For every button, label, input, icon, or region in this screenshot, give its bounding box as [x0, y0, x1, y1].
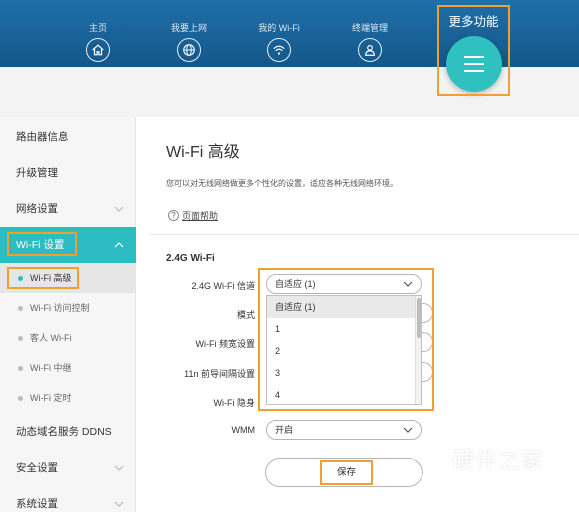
- nav-devices[interactable]: 终端管理: [340, 22, 400, 62]
- page-title: Wi-Fi 高级: [166, 144, 240, 161]
- chevron-up-icon: [114, 242, 124, 248]
- sidebar-subitem-wifi-timer[interactable]: Wi-Fi 定时: [0, 383, 136, 413]
- watermark-subtext: YING JIAN ZHI JIA.COM: [454, 471, 559, 480]
- sidebar-item-label: 安全设置: [16, 462, 58, 474]
- chevron-down-icon: [114, 206, 124, 212]
- sidebar-subitem-label: Wi-Fi 定时: [30, 393, 72, 403]
- nav-my-wifi-label: 我的 Wi-Fi: [258, 23, 300, 33]
- chevron-down-icon: [403, 427, 413, 433]
- page-description: 您可以对无线网络做更多个性化的设置，适应各种无线网络环境。: [166, 179, 398, 188]
- nav-my-wifi[interactable]: 我的 Wi-Fi: [249, 22, 309, 62]
- sidebar-subitem-wifi-relay[interactable]: Wi-Fi 中继: [0, 353, 136, 383]
- sidebar-subitem-label: Wi-Fi 中继: [30, 363, 72, 373]
- nav-devices-label: 终端管理: [351, 23, 388, 33]
- wmm-value: 开启: [275, 425, 294, 435]
- sidebar-item-upgrade[interactable]: 升级管理: [0, 155, 136, 191]
- sidebar-item-label: 路由器信息: [16, 131, 69, 143]
- sidebar-subitem-guest-wifi[interactable]: 客人 Wi-Fi: [0, 323, 136, 353]
- more-functions-highlight: [437, 5, 510, 96]
- page-help-label: 页面帮助: [182, 211, 219, 221]
- home-icon: [86, 38, 110, 62]
- wmm-label: WMM: [231, 425, 256, 435]
- sidebar-item-label: 系统设置: [16, 498, 58, 510]
- router-admin-page: 主页 我要上网 我的 Wi-Fi 终端管理 更多功能 路由器信息 升级管理 网络…: [0, 0, 579, 512]
- chevron-down-icon: [114, 465, 124, 471]
- page-help-link[interactable]: ? 页面帮助: [168, 209, 218, 222]
- bullet-icon: [18, 366, 23, 371]
- sidebar-item-security[interactable]: 安全设置: [0, 450, 136, 486]
- bullet-icon: [18, 306, 23, 311]
- bullet-icon: [18, 396, 23, 401]
- mode-label: 模式: [236, 310, 255, 320]
- globe-icon: [177, 38, 201, 62]
- sidebar-item-ddns[interactable]: 动态域名服务 DDNS: [0, 414, 136, 450]
- bullet-icon: [18, 336, 23, 341]
- sidebar-item-label: 动态域名服务 DDNS: [16, 426, 112, 438]
- nav-home[interactable]: 主页: [68, 22, 128, 62]
- wifi-hidden-label: Wi-Fi 隐身: [213, 398, 256, 408]
- sidebar-subitem-label: 客人 Wi-Fi: [30, 333, 72, 343]
- chevron-down-icon: [114, 501, 124, 507]
- sidebar-item-system[interactable]: 系统设置: [0, 486, 136, 512]
- help-icon: ?: [168, 210, 179, 221]
- section-title: 2.4G Wi-Fi: [166, 253, 215, 264]
- sidebar-item-label: 升级管理: [16, 167, 58, 179]
- sidebar-subitem-label: Wi-Fi 访问控制: [30, 303, 90, 313]
- nav-internet[interactable]: 我要上网: [159, 22, 219, 62]
- save-button-label[interactable]: 保存: [320, 460, 373, 485]
- nav-home-label: 主页: [88, 23, 107, 33]
- sidebar-item-router-info[interactable]: 路由器信息: [0, 119, 136, 155]
- bandwidth-label: Wi-Fi 频宽设置: [195, 339, 256, 349]
- channel-dropdown-highlight: [258, 268, 434, 411]
- sidebar-item-network[interactable]: 网络设置: [0, 191, 136, 227]
- nav-internet-label: 我要上网: [170, 23, 207, 33]
- wifi-icon: [267, 38, 291, 62]
- sidebar: 路由器信息 升级管理 网络设置 Wi-Fi 设置 Wi-Fi 高级 Wi-Fi …: [0, 117, 136, 512]
- sidebar-subitem-wifi-access-control[interactable]: Wi-Fi 访问控制: [0, 293, 136, 323]
- sidebar-item-label: 网络设置: [16, 203, 58, 215]
- wifi-settings-highlight: [7, 232, 77, 256]
- wmm-select[interactable]: 开启: [266, 420, 422, 440]
- guard-interval-label: 11n 前导间隔设置: [184, 369, 255, 379]
- wifi-advanced-highlight: [7, 267, 79, 289]
- divider: [150, 234, 579, 235]
- user-icon: [358, 38, 382, 62]
- channel-label: 2.4G Wi-Fi 信道: [191, 281, 255, 291]
